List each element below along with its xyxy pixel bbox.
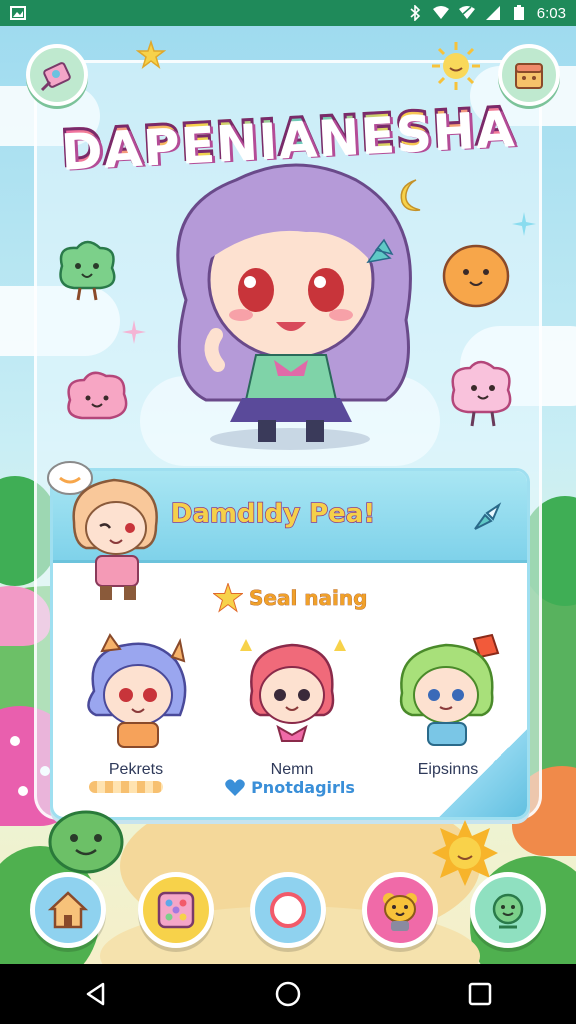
share-button[interactable]	[469, 499, 505, 535]
wifi-icon	[458, 6, 475, 19]
home-icon	[47, 891, 89, 929]
member-name: Pekrets	[108, 761, 164, 778]
android-recents-button[interactable]	[450, 964, 510, 1024]
status-bar: 6:03	[0, 0, 576, 26]
status-time: 6:03	[536, 4, 566, 22]
map-button[interactable]	[26, 44, 88, 106]
sparkle-icon	[512, 212, 536, 236]
inventory-icon	[157, 891, 195, 929]
nav-pet-button[interactable]	[362, 872, 438, 948]
nav-friends-button[interactable]	[470, 872, 546, 948]
shop-icon	[515, 63, 543, 89]
nav-compass-button[interactable]	[250, 872, 326, 948]
member-avatar	[87, 633, 187, 748]
android-home-button[interactable]	[258, 964, 318, 1024]
nav-home-button[interactable]	[30, 872, 106, 948]
back-icon	[86, 982, 105, 1006]
bottom-nav	[0, 862, 576, 964]
pink-cloud-monster-icon	[67, 371, 128, 420]
member-name: Nemn	[270, 761, 314, 778]
floating-kid-character	[47, 461, 158, 600]
star-icon	[136, 40, 166, 69]
image-icon	[10, 6, 26, 20]
android-nav-bar	[0, 964, 576, 1024]
party-section-label: Seal naing	[213, 583, 433, 613]
heart-icon	[225, 778, 245, 796]
map-icon	[40, 62, 71, 92]
moon-icon	[400, 179, 421, 212]
green-monster-icon	[59, 240, 116, 301]
page-peel	[437, 727, 527, 817]
star-badge-icon	[213, 583, 243, 613]
home-circle-icon	[275, 981, 301, 1007]
member-avatar	[240, 639, 346, 742]
party-member-1[interactable]: Pekrets	[71, 631, 201, 779]
android-back-button[interactable]	[66, 964, 126, 1024]
bluetooth-icon	[410, 5, 420, 21]
share-icon	[474, 502, 502, 530]
sparkle-icon	[122, 320, 146, 344]
party-member-2[interactable]: Nemn	[227, 631, 357, 779]
wifi-icon	[432, 6, 449, 19]
pet-icon	[383, 893, 417, 931]
nav-inventory-button[interactable]	[138, 872, 214, 948]
shop-button[interactable]	[498, 44, 560, 106]
battery-icon	[513, 5, 524, 20]
sun-icon	[432, 42, 480, 90]
compass-icon	[270, 892, 306, 928]
recents-icon	[468, 982, 492, 1006]
orange-blob-icon	[442, 244, 510, 308]
friends-icon	[492, 893, 524, 929]
pink-fluffy-monster-icon	[451, 360, 512, 427]
signal-icon	[485, 6, 500, 20]
